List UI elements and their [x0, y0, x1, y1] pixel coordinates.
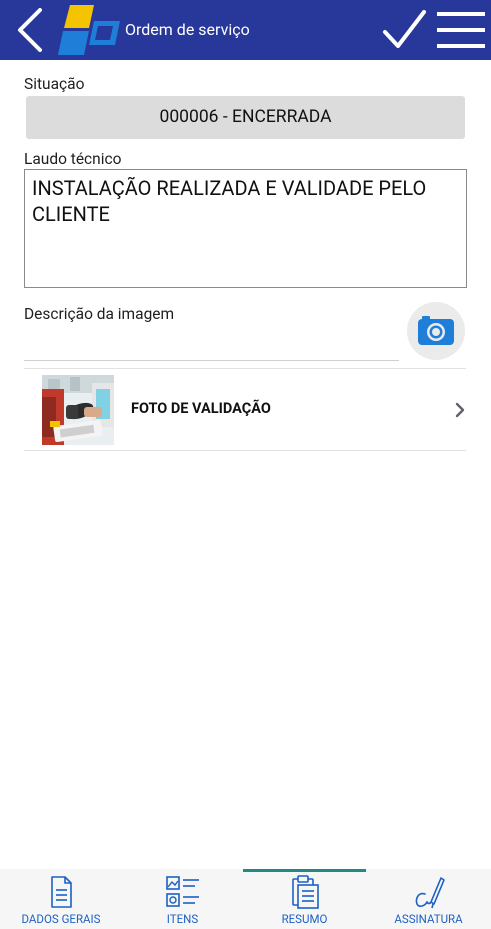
tab-itens[interactable]: ITENS	[122, 869, 243, 929]
tab-label: DADOS GERAIS	[21, 912, 101, 926]
chevron-left-icon	[18, 8, 42, 52]
app-logo	[58, 5, 120, 55]
descricao-label: Descrição da imagem	[24, 305, 175, 323]
divider	[24, 450, 466, 451]
descricao-input-underline[interactable]	[24, 360, 399, 361]
tab-resumo[interactable]: RESUMO	[243, 869, 366, 929]
photo-label: FOTO DE VALIDAÇÃO	[131, 400, 271, 417]
checkmark-icon	[383, 10, 426, 48]
back-button[interactable]	[10, 6, 50, 54]
tab-dados-gerais[interactable]: DADOS GERAIS	[0, 869, 122, 929]
situacao-label: Situação	[24, 75, 85, 93]
tab-label: ITENS	[166, 912, 199, 926]
item-list-icon	[165, 874, 201, 910]
photo-list-item[interactable]: FOTO DE VALIDAÇÃO	[24, 369, 466, 450]
hamburger-menu-icon	[437, 12, 485, 48]
laudo-label: Laudo técnico	[24, 150, 122, 168]
clipboard-icon	[287, 874, 323, 910]
situacao-value: 000006 - ENCERRADA	[26, 96, 465, 139]
app-header: Ordem de serviço	[0, 0, 491, 60]
tab-assinatura[interactable]: ASSINATURA	[366, 869, 491, 929]
page-title: Ordem de serviço	[125, 20, 250, 39]
tab-label: ASSINATURA	[394, 912, 463, 926]
confirm-button[interactable]	[380, 8, 428, 54]
chevron-right-icon	[454, 402, 466, 418]
document-icon	[43, 874, 79, 910]
signature-icon	[411, 874, 447, 910]
camera-button[interactable]	[407, 302, 465, 360]
laudo-textarea[interactable]: INSTALAÇÃO REALIZADA E VALIDADE PELO CLI…	[24, 169, 467, 288]
camera-icon	[418, 316, 454, 345]
bottom-tab-bar: DADOS GERAIS ITENS RESUMO ASSINATURA	[0, 869, 491, 929]
tab-label: RESUMO	[281, 912, 328, 926]
photo-thumbnail	[42, 375, 114, 445]
menu-button[interactable]	[436, 10, 486, 50]
